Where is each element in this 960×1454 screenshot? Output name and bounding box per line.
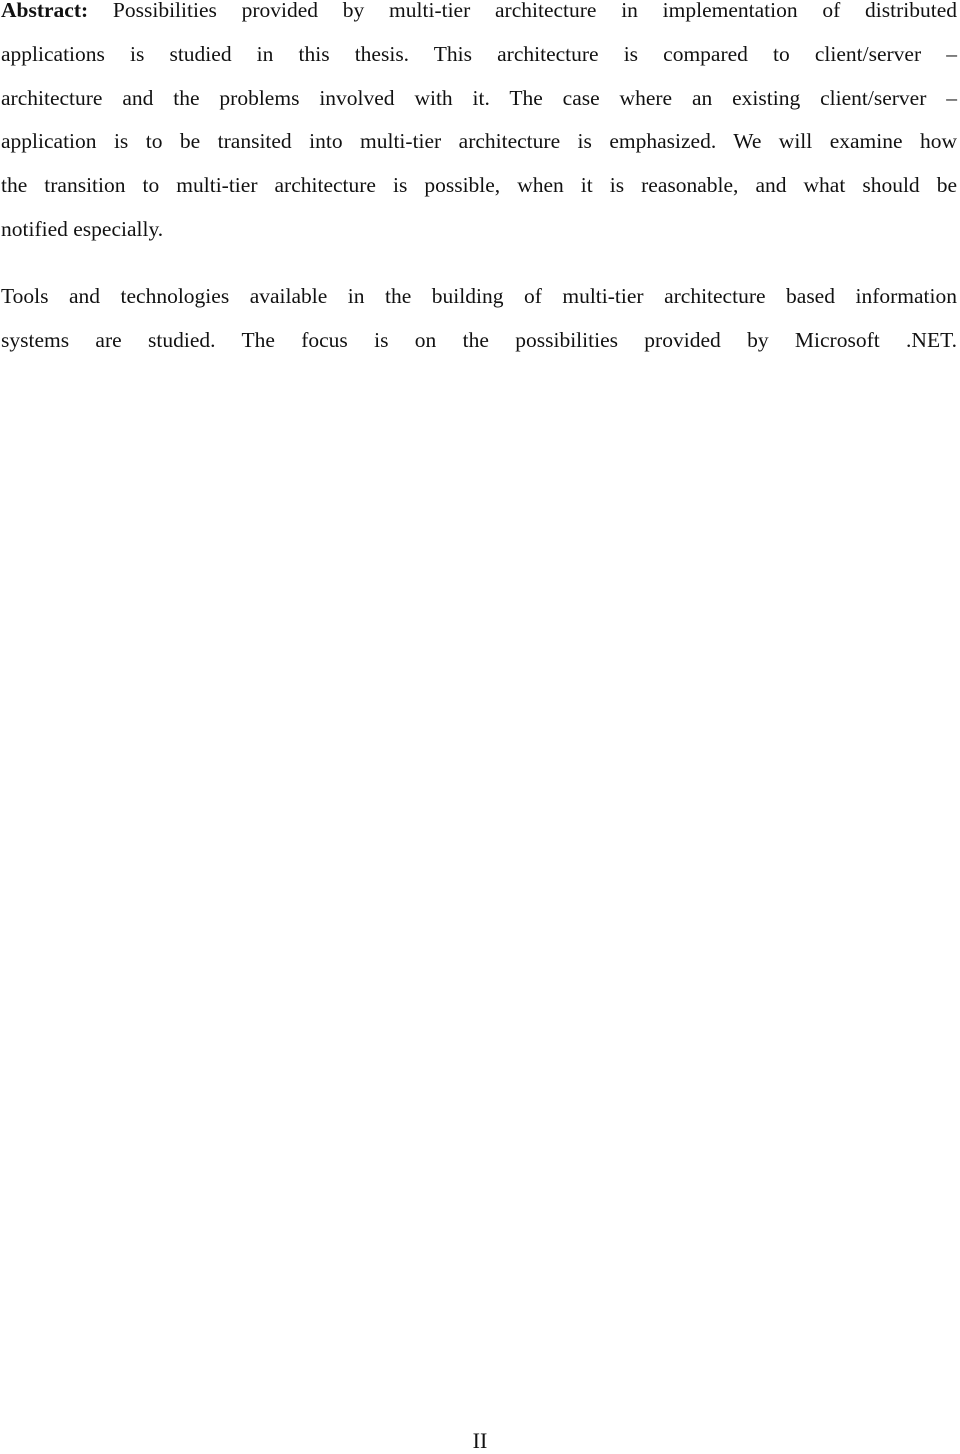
abstract-paragraph: Abstract: Possibilities provided by mult… xyxy=(1,0,957,252)
abstract-line: applications is studied in this thesis. … xyxy=(1,41,957,66)
page-number: II xyxy=(472,1428,488,1453)
tools-paragraph: Tools and technologies available in the … xyxy=(1,275,957,363)
document-page: Abstract: Possibilities provided by mult… xyxy=(0,0,960,1454)
tools-line: systems are studied. The focus is on the… xyxy=(1,327,957,352)
abstract-line: architecture and the problems involved w… xyxy=(1,85,957,110)
abstract-line: application is to be transited into mult… xyxy=(1,129,957,154)
abstract-line: notified especially. xyxy=(1,216,164,241)
abstract-label: Abstract: xyxy=(1,0,89,22)
abstract-line: Abstract: Possibilities provided by mult… xyxy=(1,0,957,33)
abstract-line-text: Possibilities provided by multi-tier arc… xyxy=(88,0,957,22)
abstract-line: the transition to multi-tier architectur… xyxy=(1,173,957,198)
tools-line: Tools and technologies available in the … xyxy=(1,284,957,308)
